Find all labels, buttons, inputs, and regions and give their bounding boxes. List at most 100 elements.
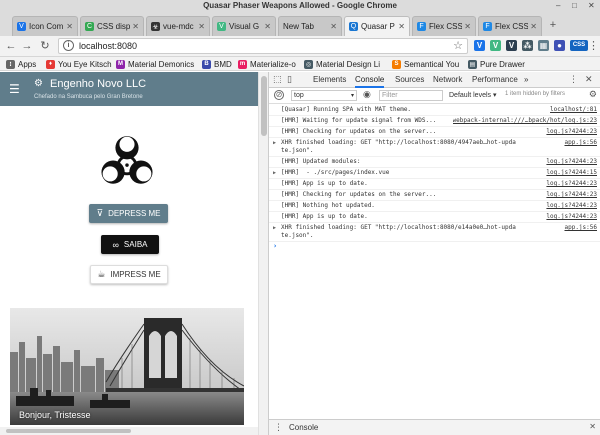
inspect-element-icon[interactable]: ⬚ [273, 74, 282, 85]
horizontal-scrollbar[interactable] [0, 427, 258, 435]
console-message[interactable]: [Quasar] Running SPA with MAT theme. loc… [269, 105, 600, 116]
bookmark-apps[interactable]: ⁝ Apps [6, 58, 36, 70]
forward-icon[interactable]: → [20, 39, 34, 53]
bridge-photo [10, 308, 244, 425]
tab-close-icon[interactable]: ✕ [464, 22, 471, 31]
close-devtools-icon[interactable]: ✕ [585, 74, 593, 85]
eye-icon[interactable]: ◉ [363, 89, 371, 100]
bookmark-item[interactable]: ▤ Pure Drawer [468, 58, 525, 70]
devtools-menu-icon[interactable]: ⋮ [569, 74, 578, 85]
v-extension-icon[interactable]: V [474, 40, 485, 51]
message-source-link[interactable]: log.js?4244:23 [546, 158, 597, 166]
drawer-menu-icon[interactable]: ⋮ [274, 422, 283, 433]
browser-tab[interactable]: New Tab ✕ [278, 16, 342, 36]
browser-tab[interactable]: F Flex CSS ✕ [412, 16, 476, 36]
bookmark-item[interactable]: ♦ You Eye Kitsch [46, 58, 112, 70]
console-message[interactable]: [HMR] App is up to date. log.js?4244:23 [269, 212, 600, 223]
console-filter-input[interactable]: Filter [379, 90, 443, 101]
message-source-link[interactable]: app.js:56 [564, 224, 597, 232]
tab-performance[interactable]: Performance [472, 75, 518, 84]
tab-close-icon[interactable]: ✕ [132, 22, 139, 31]
browser-tab[interactable]: C CSS disp ✕ [80, 16, 144, 36]
log-levels-select[interactable]: Default levels ▾ [449, 91, 496, 99]
filter-icon: ⊽ [96, 208, 104, 218]
close-drawer-icon[interactable]: ✕ [589, 422, 596, 431]
new-tab-button[interactable]: + [546, 18, 560, 32]
drawer-tab-console[interactable]: Console [289, 423, 318, 432]
message-source-link[interactable]: log.js?4244:15 [546, 169, 597, 177]
tab-network[interactable]: Network [433, 75, 462, 84]
expand-arrow-icon[interactable]: ▶ [273, 169, 276, 177]
url-text[interactable]: localhost:8080 [79, 41, 137, 51]
impress-me-button[interactable]: ☕ IMPRESS ME [90, 265, 168, 284]
address-bar[interactable]: i localhost:8080 ☆ [58, 38, 468, 54]
css-extension-icon[interactable]: CSS [570, 40, 588, 51]
device-toolbar-icon[interactable]: ▯ [287, 74, 292, 85]
console-message[interactable]: [HMR] Nothing hot updated. log.js?4244:2… [269, 201, 600, 212]
close-window-button[interactable]: ✕ [588, 1, 595, 10]
bookmark-item[interactable]: S Semantical You [392, 58, 459, 70]
grid-icon[interactable]: ⁂ [522, 40, 533, 51]
console-message[interactable]: [HMR] Checking for updates on the server… [269, 127, 600, 138]
vertical-scrollbar[interactable] [258, 72, 268, 435]
browser-tab-active[interactable]: Q Quasar P ✕ [344, 16, 410, 36]
console-message-expandable[interactable]: ▶ XHR finished loading: GET "http://loca… [269, 223, 600, 242]
expand-arrow-icon[interactable]: ▶ [273, 139, 276, 147]
browser-tab[interactable]: ☣ vue-mdc ✕ [146, 16, 210, 36]
menu-icon[interactable]: ☰ [9, 82, 20, 96]
tab-elements[interactable]: Elements [313, 75, 346, 84]
menu-kebab-icon[interactable]: ⋮ [588, 39, 599, 53]
scrollbar-thumb[interactable] [261, 76, 267, 136]
tab-close-icon[interactable]: ✕ [530, 22, 537, 31]
v-dark-icon[interactable]: V [506, 40, 517, 51]
depress-me-button[interactable]: ⊽ DEPRESS ME [89, 204, 168, 223]
button-label: DEPRESS ME [108, 209, 161, 218]
tab-close-icon[interactable]: ✕ [330, 22, 337, 31]
scrollbar-thumb[interactable] [6, 429, 131, 433]
tab-close-icon[interactable]: ✕ [264, 22, 271, 31]
console-message[interactable]: [HMR] App is up to date. log.js?4244:23 [269, 179, 600, 190]
message-source-link[interactable]: log.js?4244:23 [546, 191, 597, 199]
tab-console[interactable]: Console [355, 75, 385, 88]
console-settings-icon[interactable]: ⚙ [589, 89, 597, 100]
tab-close-icon[interactable]: ✕ [398, 22, 405, 31]
saiba-button[interactable]: ∞ SAIBA [101, 235, 159, 254]
message-source-link[interactable]: localhost/:81 [550, 106, 597, 114]
console-message[interactable]: [HMR] Waiting for update signal from WDS… [269, 116, 600, 127]
message-source-link[interactable]: log.js?4244:23 [546, 213, 597, 221]
minimize-button[interactable]: – [556, 1, 560, 10]
tab-close-icon[interactable]: ✕ [66, 22, 73, 31]
message-source-link[interactable]: log.js?4244:23 [546, 202, 597, 210]
console-prompt[interactable]: › [269, 242, 600, 252]
maximize-button[interactable]: □ [572, 1, 577, 10]
message-source-link[interactable]: webpack-internal:///…bpack/hot/log.js:23 [453, 117, 598, 125]
console-message-expandable[interactable]: ▶ XHR finished loading: GET "http://loca… [269, 138, 600, 157]
bookmark-item[interactable]: ◎ Material Design Li [304, 58, 386, 70]
bookmark-item[interactable]: m Materialize-o [238, 58, 296, 70]
bookmark-item[interactable]: M Material Demonics [116, 58, 194, 70]
browser-tab[interactable]: F Flex CSS ✕ [478, 16, 542, 36]
message-source-link[interactable]: log.js?4244:23 [546, 128, 597, 136]
message-source-link[interactable]: log.js?4244:23 [546, 180, 597, 188]
circle-extension-icon[interactable]: ● [554, 40, 565, 51]
bookmark-item[interactable]: B BMD [202, 58, 232, 70]
css-icon: C [85, 22, 94, 31]
back-icon[interactable]: ← [4, 39, 18, 53]
tab-sources[interactable]: Sources [395, 75, 424, 84]
browser-tab[interactable]: V Visual G ✕ [212, 16, 276, 36]
console-message-expandable[interactable]: ▶ [HMR] - ./src/pages/index.vue log.js?4… [269, 168, 600, 179]
clear-console-icon[interactable]: ⊘ [274, 90, 284, 100]
more-tabs-icon[interactable]: » [524, 75, 528, 84]
expand-arrow-icon[interactable]: ▶ [273, 224, 276, 232]
message-source-link[interactable]: app.js:56 [564, 139, 597, 147]
tab-close-icon[interactable]: ✕ [198, 22, 205, 31]
browser-tab[interactable]: V Icon Com ✕ [12, 16, 78, 36]
info-icon[interactable]: i [63, 40, 74, 51]
context-select[interactable]: top ▾ [291, 90, 357, 101]
console-message[interactable]: [HMR] Updated modules: log.js?4244:23 [269, 157, 600, 168]
reload-icon[interactable]: ↻ [38, 39, 52, 53]
bookmark-star-icon[interactable]: ☆ [453, 39, 463, 52]
console-message[interactable]: [HMR] Checking for updates on the server… [269, 190, 600, 201]
puzzle-icon[interactable]: ▦ [538, 40, 549, 51]
vue-devtools-icon[interactable]: V [490, 40, 501, 51]
